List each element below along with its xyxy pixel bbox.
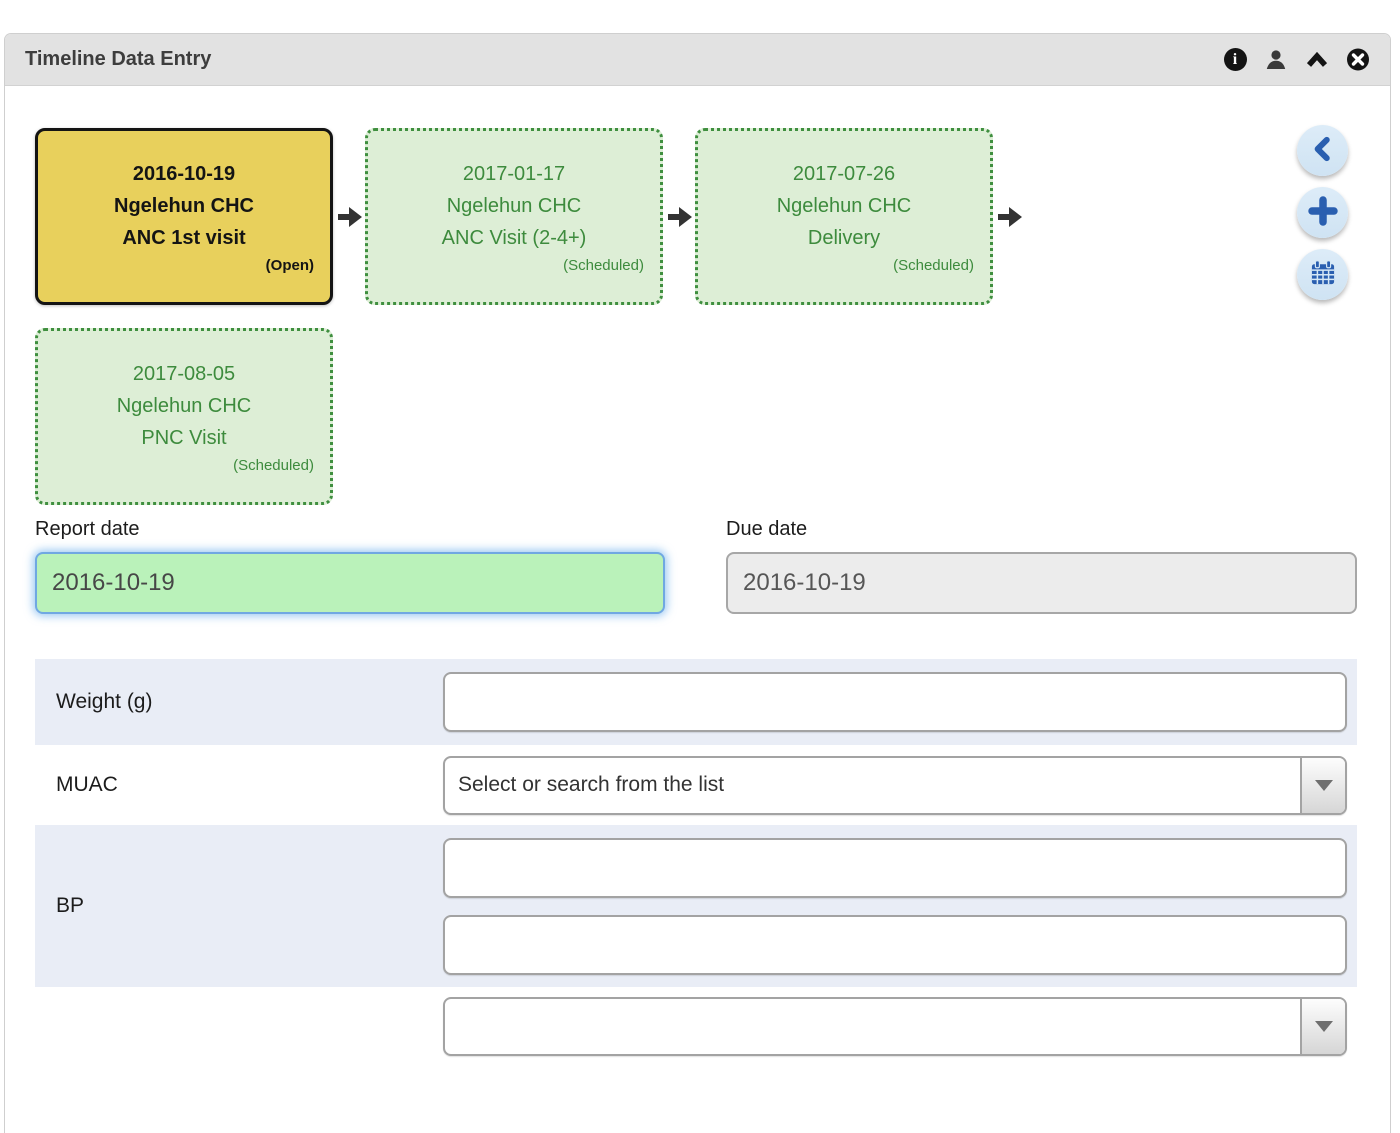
close-icon[interactable]: [1346, 48, 1370, 72]
plus-icon: [1308, 196, 1338, 229]
timeline-data-entry-widget: Timeline Data Entry i: [4, 33, 1391, 1133]
event-stage: ANC Visit (2-4+): [374, 222, 654, 254]
event-card-pnc-visit[interactable]: 2017-08-05 Ngelehun CHC PNC Visit (Sched…: [35, 328, 333, 505]
form-row-bp: BP: [35, 825, 1357, 987]
event-card-anc-visit-2-4[interactable]: 2017-01-17 Ngelehun CHC ANC Visit (2-4+)…: [365, 128, 663, 305]
collapse-icon[interactable]: [1305, 48, 1329, 72]
calendar-icon: [1309, 259, 1337, 290]
event-stage: ANC 1st visit: [44, 222, 324, 254]
event-status: (Scheduled): [704, 256, 984, 276]
event-status: (Scheduled): [44, 456, 324, 476]
dates-section: Report date Due date: [35, 518, 1357, 614]
calendar-button[interactable]: [1297, 249, 1348, 300]
widget-title: Timeline Data Entry: [25, 48, 211, 71]
arrow-right-icon: [993, 204, 1025, 230]
event-card-delivery[interactable]: 2017-07-26 Ngelehun CHC Delivery (Schedu…: [695, 128, 993, 305]
event-status: (Scheduled): [374, 256, 654, 276]
event-date: 2017-01-17: [374, 158, 654, 190]
due-date-input: [726, 552, 1357, 614]
event-org-unit: Ngelehun CHC: [44, 190, 324, 222]
bp-diastolic-input[interactable]: [443, 915, 1347, 975]
arrow-right-icon: [663, 204, 695, 230]
event-date: 2017-07-26: [704, 158, 984, 190]
event-org-unit: Ngelehun CHC: [704, 190, 984, 222]
next-row-select[interactable]: [443, 997, 1347, 1056]
timeline-row-2: 2017-08-05 Ngelehun CHC PNC Visit (Sched…: [35, 328, 333, 505]
chevron-left-icon: [1309, 135, 1337, 166]
event-card-anc-1st-visit[interactable]: 2016-10-19 Ngelehun CHC ANC 1st visit (O…: [35, 128, 333, 305]
event-status: (Open): [44, 256, 324, 276]
form-row-muac: MUAC Select or search from the list: [35, 745, 1357, 825]
due-date-label: Due date: [726, 518, 1357, 541]
previous-button[interactable]: [1297, 125, 1348, 176]
arrow-right-icon: [333, 204, 365, 230]
event-org-unit: Ngelehun CHC: [44, 390, 324, 422]
event-stage: Delivery: [704, 222, 984, 254]
weight-label: Weight (g): [35, 659, 443, 745]
event-date: 2016-10-19: [44, 158, 324, 190]
add-event-button[interactable]: [1297, 187, 1348, 238]
weight-input[interactable]: [443, 672, 1347, 732]
event-date: 2017-08-05: [44, 358, 324, 390]
next-row-label: [35, 990, 443, 1070]
data-entry-form: Weight (g) MUAC Select or search from th…: [35, 659, 1357, 1070]
dropdown-arrow-icon[interactable]: [1300, 758, 1345, 813]
report-date-label: Report date: [35, 518, 665, 541]
bp-label: BP: [35, 825, 443, 987]
bp-systolic-input[interactable]: [443, 838, 1347, 898]
event-org-unit: Ngelehun CHC: [374, 190, 654, 222]
event-stage: PNC Visit: [44, 422, 324, 454]
user-icon[interactable]: [1264, 48, 1288, 72]
dropdown-arrow-icon[interactable]: [1300, 999, 1345, 1054]
header-icon-group: i: [1223, 48, 1370, 72]
widget-header: Timeline Data Entry i: [5, 34, 1390, 86]
timeline-side-buttons: [1297, 125, 1348, 300]
info-icon[interactable]: i: [1223, 48, 1247, 72]
muac-select-placeholder: Select or search from the list: [458, 773, 724, 797]
report-date-input[interactable]: [35, 552, 665, 614]
muac-label: MUAC: [35, 745, 443, 825]
form-row-next: [35, 990, 1357, 1070]
form-row-weight: Weight (g): [35, 659, 1357, 745]
timeline-row-1: 2016-10-19 Ngelehun CHC ANC 1st visit (O…: [35, 128, 1025, 305]
muac-select[interactable]: Select or search from the list: [443, 756, 1347, 815]
